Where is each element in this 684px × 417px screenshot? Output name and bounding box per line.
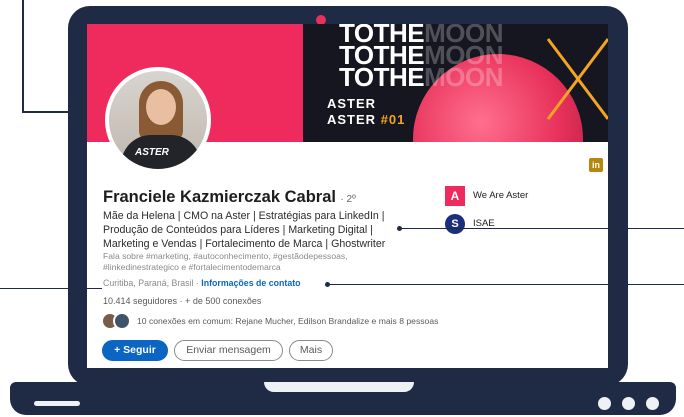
profile-name-row: Franciele Kazmierczak Cabral · 2º <box>103 188 356 207</box>
followers-row: 10.414 seguidores · + de 500 conexões <box>103 296 261 306</box>
avatar <box>113 312 131 330</box>
linkedin-icon: in <box>589 158 603 172</box>
connections-count[interactable]: · + de 500 conexões <box>177 296 262 306</box>
banner-image: TOTHEMOON TOTHEMOON TOTHEMOON ASTER ASTE… <box>303 24 608 142</box>
callout-line <box>22 0 24 112</box>
laptop-dot <box>622 397 635 410</box>
contact-info-link[interactable]: Informações de contato <box>201 278 300 288</box>
connection-degree: · 2º <box>340 194 356 205</box>
x-graphic-icon <box>546 38 608 120</box>
send-message-button[interactable]: Enviar mensagem <box>174 340 283 361</box>
followers-count[interactable]: 10.414 seguidores <box>103 296 177 306</box>
location: Curitiba, Paraná, Brasil <box>103 278 194 288</box>
more-button[interactable]: Mais <box>289 340 333 361</box>
company-name: We Are Aster <box>473 190 529 201</box>
avatar-shirt-text: ASTER <box>135 147 169 158</box>
laptop-dot <box>598 397 611 410</box>
profile-headline: Mãe da Helena | CMO na Aster | Estratégi… <box>103 210 386 250</box>
profile-name: Franciele Kazmierczak Cabral <box>103 188 336 206</box>
banner-text: TOTHEMOON <box>339 62 504 92</box>
callout-dot <box>325 282 330 287</box>
common-connections-text: 10 conexões em comum: Rejane Mucher, Edi… <box>137 316 439 326</box>
callout-line <box>0 288 102 289</box>
laptop-dot <box>646 397 659 410</box>
isae-logo-icon: S <box>445 214 465 234</box>
profile-screen: TOTHEMOON TOTHEMOON TOTHEMOON ASTER ASTE… <box>87 24 608 368</box>
banner-tag: ASTER <box>327 96 377 111</box>
callout-dot <box>397 226 402 231</box>
banner-tag: ASTER #01 <box>327 112 406 127</box>
aster-logo-icon: A <box>445 186 465 206</box>
follow-button[interactable]: + Seguir <box>102 340 168 361</box>
location-row: Curitiba, Paraná, Brasil · Informações d… <box>103 278 301 288</box>
profile-hashtags: Fala sobre #marketing, #autoconhecimento… <box>103 251 348 272</box>
laptop-notch <box>264 382 414 392</box>
illustration: TOTHEMOON TOTHEMOON TOTHEMOON ASTER ASTE… <box>0 0 684 417</box>
callout-line <box>328 284 684 285</box>
laptop-base-bar <box>34 401 80 406</box>
avatar[interactable]: ASTER <box>105 67 211 173</box>
avatar-face <box>146 89 176 125</box>
callout-line <box>22 111 68 113</box>
callout-line <box>400 228 684 229</box>
